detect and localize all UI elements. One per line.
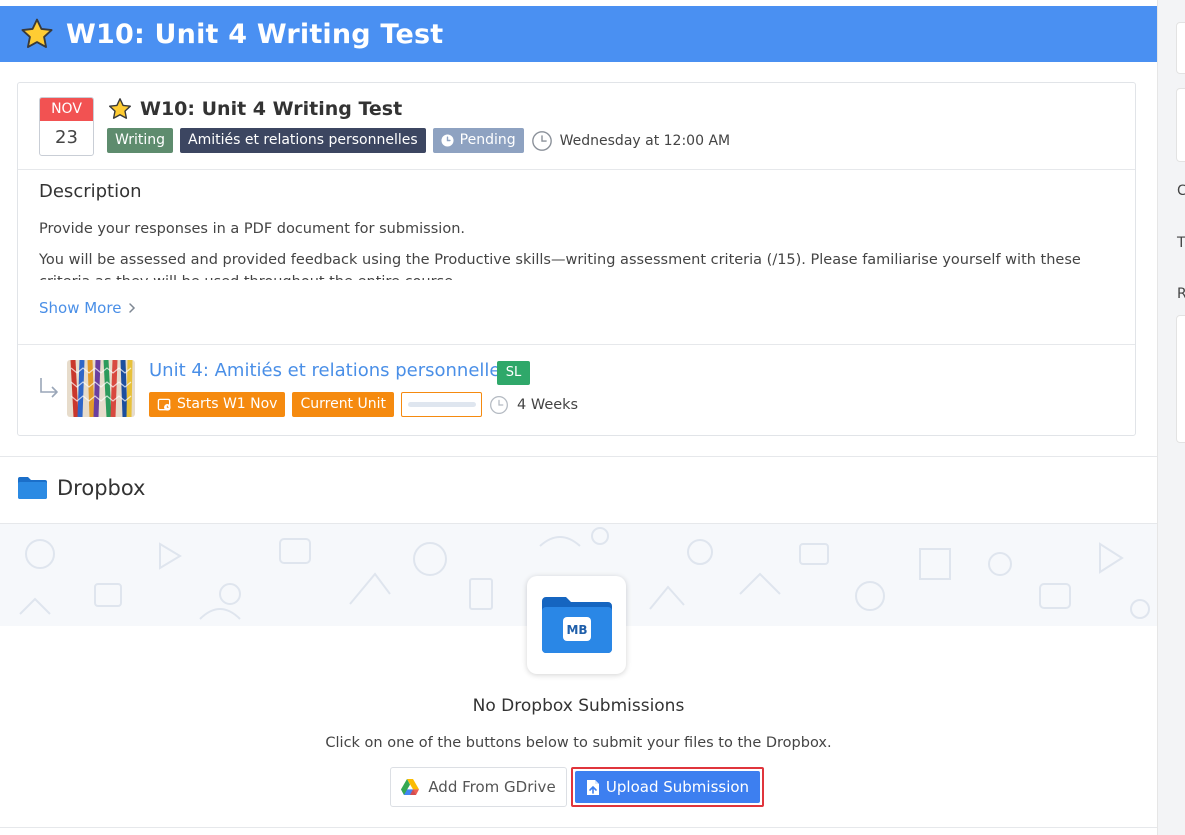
clock-icon [531, 130, 552, 151]
empty-state-title: No Dropbox Submissions [472, 696, 685, 716]
sidebar-card [1176, 88, 1185, 162]
unit-progress-bar [401, 392, 482, 417]
dropbox-icon-box: MB [527, 576, 626, 674]
file-upload-icon [586, 779, 599, 795]
dropbox-title: Dropbox [57, 476, 146, 500]
right-sidebar: C T R [1157, 0, 1185, 835]
show-more-label: Show More [39, 299, 122, 317]
calendar-day: 23 [55, 127, 78, 148]
star-icon [109, 98, 131, 119]
upload-label: Upload Submission [605, 778, 750, 796]
add-from-gdrive-button[interactable]: Add From GDrive [390, 767, 567, 807]
unit-badges: Starts W1 Nov Current Unit 4 Weeks [149, 392, 578, 417]
calendar-date: NOV 23 [39, 97, 94, 156]
event-card: NOV 23 W10: Unit 4 Writing Test Writing … [17, 82, 1136, 436]
clock-icon [490, 395, 508, 414]
description-paragraph: You will be assessed and provided feedba… [39, 252, 1081, 280]
gdrive-label: Add From GDrive [428, 778, 556, 796]
chevron-right-icon [129, 303, 136, 313]
svg-text:MB: MB [566, 623, 587, 637]
star-icon [21, 18, 53, 48]
calendar-month: NOV [40, 98, 93, 121]
description-heading: Description [39, 181, 142, 202]
dropbox-heading: Dropbox [18, 476, 145, 500]
unit-link[interactable]: Unit 4: Amitiés et relations personnelle… [149, 360, 510, 381]
page-header: W10: Unit 4 Writing Test [0, 6, 1157, 62]
current-unit-badge: Current Unit [292, 392, 394, 417]
arrow-return-icon [40, 378, 58, 398]
starts-text: Starts W1 Nov [177, 396, 278, 412]
upload-button-highlight: Upload Submission [571, 767, 764, 807]
unit-duration: 4 Weeks [489, 395, 578, 415]
show-more-link[interactable]: Show More [39, 299, 137, 317]
unit-thumbnail[interactable] [67, 360, 135, 417]
duration-text: 4 Weeks [517, 396, 579, 413]
section-divider [0, 827, 1157, 828]
gdrive-icon [401, 779, 420, 795]
status-badge: Pending [432, 128, 524, 153]
divider [18, 169, 1135, 170]
event-title: W10: Unit 4 Writing Test [140, 98, 403, 120]
folder-icon [18, 477, 47, 499]
upload-submission-button[interactable]: Upload Submission [575, 771, 760, 803]
event-title-row: W10: Unit 4 Writing Test [108, 97, 402, 121]
mb-folder-icon: MB [541, 597, 612, 653]
main-panel: W10: Unit 4 Writing Test NOV 23 W10: Uni… [0, 0, 1157, 835]
description-body: Provide your responses in a PDF document… [39, 218, 1119, 280]
event-badges: Writing Amitiés et relations personnelle… [107, 128, 730, 153]
due-text: Wednesday at 12:00 AM [559, 132, 731, 149]
progress-track [407, 402, 476, 407]
unit-badge: Amitiés et relations personnelles [180, 128, 426, 153]
sidebar-label: T [1177, 235, 1185, 251]
section-divider [0, 456, 1157, 457]
linked-unit: Unit 4: Amitiés et relations personnelle… [18, 345, 1135, 435]
sidebar-card [1176, 315, 1185, 443]
clock-icon [441, 134, 454, 147]
sidebar-card [1176, 22, 1185, 74]
type-badge: Writing [107, 128, 173, 153]
description-paragraph: Provide your responses in a PDF document… [39, 221, 465, 237]
level-badge: SL [497, 361, 530, 385]
empty-state-subtitle: Click on one of the buttons below to sub… [325, 735, 832, 751]
page-title: W10: Unit 4 Writing Test [66, 18, 444, 50]
sidebar-label: C [1177, 183, 1185, 199]
starts-badge: Starts W1 Nov [149, 392, 286, 417]
sidebar-label: R [1177, 286, 1185, 302]
status-text: Pending [459, 132, 516, 148]
due-time: Wednesday at 12:00 AM [531, 130, 730, 152]
calendar-clock-icon [157, 398, 171, 411]
